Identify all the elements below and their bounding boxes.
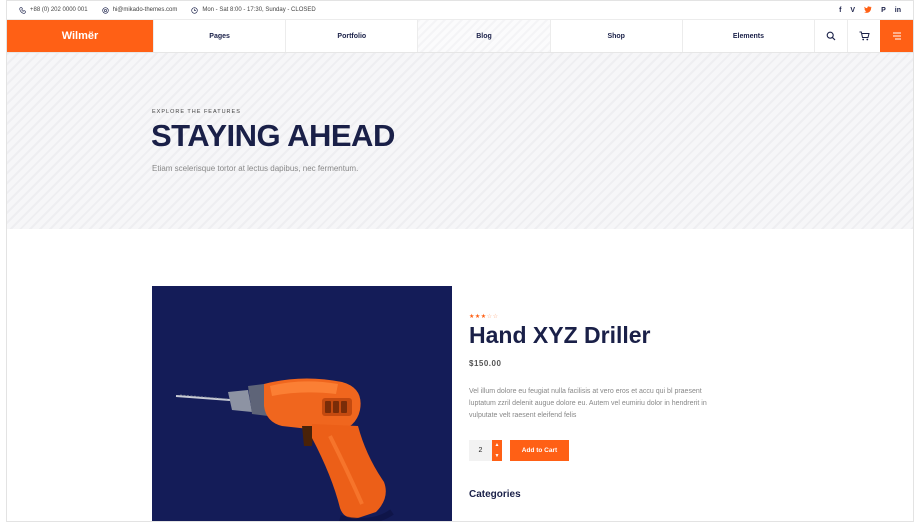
nav-item-blog[interactable]: Blog [417,20,550,52]
product-image[interactable] [152,286,452,521]
search-button[interactable] [814,20,847,52]
vimeo-icon[interactable]: V [850,7,855,14]
page-hero: EXPLORE THE FEATURES STAYING AHEAD Etiam… [7,53,913,229]
nav-item-portfolio[interactable]: Portfolio [285,20,417,52]
phone-info[interactable]: +88 (0) 202 0000 001 [19,6,88,14]
facebook-icon[interactable]: f [839,7,841,14]
star-icon: ★ [480,314,487,320]
chevron-up-icon[interactable]: ▲ [495,442,500,448]
cart-icon [859,31,870,41]
quantity-stepper[interactable]: ▲ ▼ [492,440,502,461]
quantity-input[interactable]: 2 [469,440,492,461]
email-info[interactable]: hi@mikado-themes.com [101,6,178,14]
star-empty-icon: ☆ [486,314,493,320]
product-description: Vel illum dolore eu feugiat nulla facili… [469,388,707,419]
product-price: $150.00 [469,359,502,368]
main-navigation: Wilmër Pages Portfolio Blog Shop Element… [7,20,913,53]
clock-icon [191,6,198,14]
search-icon [826,31,836,41]
hours-info: Mon - Sat 8:00 - 17:30, Sunday - CLOSED [191,6,316,14]
social-links: f V P in [839,5,901,15]
page-frame: +88 (0) 202 0000 001 hi@mikado-themes.co… [6,0,914,522]
hero-subtitle: Etiam scelerisque tortor at lectus dapib… [152,164,359,173]
nav-item-pages[interactable]: Pages [153,20,285,52]
chevron-down-icon[interactable]: ▼ [495,453,500,459]
hero-eyebrow: EXPLORE THE FEATURES [152,109,241,115]
drill-illustration [175,378,394,521]
product-title: Hand XYZ Driller [469,322,651,348]
star-empty-icon: ☆ [492,314,499,320]
product-section: ★★★☆☆ Hand XYZ Driller $150.00 Vel illum… [7,229,913,521]
page-title: STAYING AHEAD [151,118,395,153]
product-info: ★★★☆☆ Hand XYZ Driller $150.00 Vel illum… [469,313,729,500]
cart-button[interactable] [847,20,880,52]
linkedin-icon[interactable]: in [895,7,901,14]
phone-text: +88 (0) 202 0000 001 [30,7,88,13]
phone-icon [19,6,26,14]
star-rating: ★★★☆☆ [469,313,729,320]
twitter-icon[interactable] [864,5,872,15]
menu-icon [892,32,901,40]
add-to-cart-button[interactable]: Add to Cart [510,440,569,461]
hours-text: Mon - Sat 8:00 - 17:30, Sunday - CLOSED [202,7,316,13]
side-menu-button[interactable] [880,20,913,52]
site-logo[interactable]: Wilmër [7,20,153,52]
nav-item-elements[interactable]: Elements [681,20,814,52]
top-info-bar: +88 (0) 202 0000 001 hi@mikado-themes.co… [7,1,913,20]
pinterest-icon[interactable]: P [881,7,886,14]
email-icon [101,6,109,14]
add-to-cart-row: 2 ▲ ▼ Add to Cart [469,440,729,461]
email-text: hi@mikado-themes.com [112,7,178,13]
categories-heading: Categories [469,489,521,500]
nav-item-shop[interactable]: Shop [549,20,682,52]
